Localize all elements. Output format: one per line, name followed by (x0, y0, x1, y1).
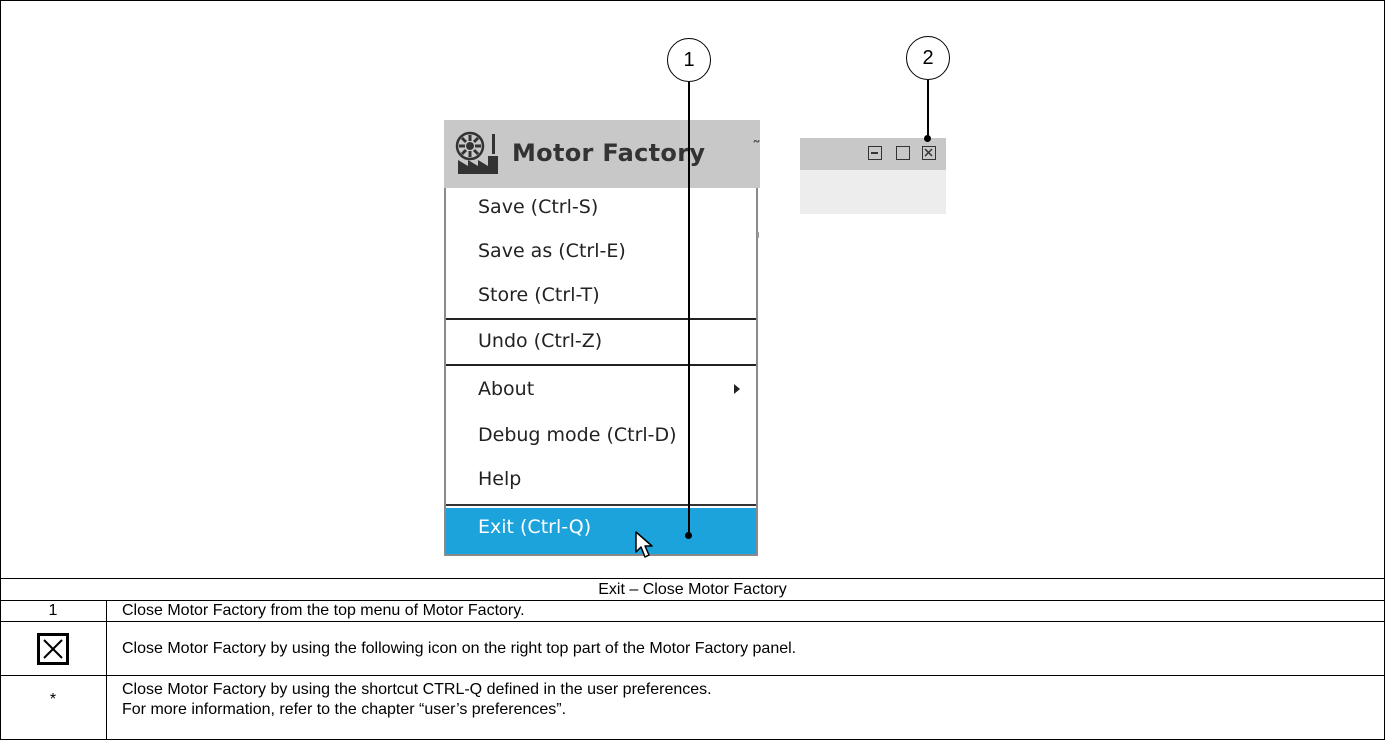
row-1-key: 1 (48, 602, 58, 619)
minimize-icon (871, 152, 878, 154)
menu-separator (446, 504, 756, 506)
maximize-button[interactable] (896, 146, 910, 160)
header-overflow-glyph: ˜ (752, 138, 761, 159)
table-divider (0, 578, 1385, 579)
row-2-text: Close Motor Factory by using the followi… (122, 640, 797, 657)
menu-item-exit-label: Exit (Ctrl-Q) (478, 516, 592, 538)
minimize-button[interactable] (868, 146, 882, 160)
close-button[interactable] (922, 146, 936, 160)
menu-item-debug-mode[interactable]: Debug mode (Ctrl-D) (478, 424, 677, 446)
menu-separator (446, 318, 756, 320)
table-column-divider (106, 600, 107, 740)
motor-factory-logo-icon (455, 131, 498, 174)
row-3-text: Close Motor Factory by using the shortcu… (122, 681, 712, 698)
menu-item-help[interactable]: Help (478, 468, 521, 490)
callout-1: 1 (667, 38, 711, 82)
table-caption: Exit – Close Motor Factory (598, 581, 787, 598)
menu-separator (446, 364, 756, 366)
menu-item-save[interactable]: Save (Ctrl-S) (478, 196, 598, 218)
menu-item-undo[interactable]: Undo (Ctrl-Z) (478, 330, 602, 352)
menu-item-about[interactable]: About (478, 378, 534, 400)
callout-2: 2 (906, 36, 950, 80)
callout-1-dot (685, 532, 692, 539)
table-divider (0, 675, 1385, 676)
callout-1-leader (688, 82, 690, 534)
menu-shadow-edge (757, 232, 759, 238)
row-3-text-line-2: For more information, refer to the chapt… (122, 701, 567, 718)
menu-item-save-as[interactable]: Save as (Ctrl-E) (478, 240, 626, 262)
table-divider (0, 621, 1385, 622)
callout-2-dot (924, 135, 931, 142)
row-3-key: * (49, 691, 57, 708)
row-1-text: Close Motor Factory from the top menu of… (122, 602, 525, 619)
close-box-icon (37, 633, 69, 665)
callout-2-leader (927, 80, 929, 138)
mouse-cursor-icon (635, 531, 653, 558)
menu-item-store[interactable]: Store (Ctrl-T) (478, 284, 600, 306)
close-icon (924, 148, 933, 157)
submenu-arrow-icon (734, 384, 740, 394)
window-panel-area (800, 170, 946, 214)
app-title[interactable]: Motor Factory (512, 139, 705, 167)
